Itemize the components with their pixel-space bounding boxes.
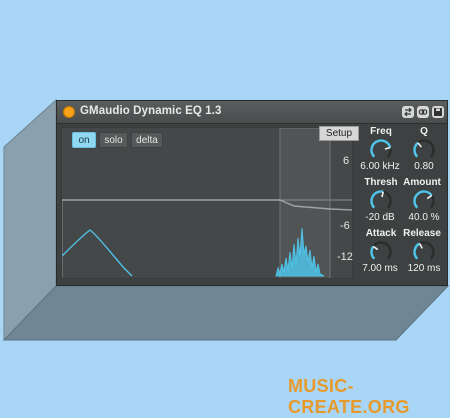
- setup-button[interactable]: Setup: [319, 126, 359, 141]
- amount-label: Amount: [403, 177, 441, 188]
- screenshot-stage: GMaudio Dynamic EQ 1.3 on solo delta Set…: [0, 0, 450, 417]
- freq-knob[interactable]: [369, 138, 393, 162]
- box-bottom-face: [2, 285, 450, 341]
- power-button[interactable]: [63, 106, 75, 118]
- swap-icon[interactable]: [402, 106, 414, 118]
- q-knob[interactable]: [412, 138, 436, 162]
- q-value: 0.80: [414, 161, 434, 172]
- title-bar: GMaudio Dynamic EQ 1.3: [57, 101, 447, 124]
- scale-label-minus12: -12: [337, 251, 353, 263]
- q-label: Q: [420, 126, 428, 137]
- release-label: Release: [403, 228, 441, 239]
- link-icon[interactable]: [417, 106, 429, 118]
- save-icon[interactable]: [432, 106, 444, 118]
- input-spectrum-line: [62, 229, 133, 277]
- release-value: 120 ms: [407, 263, 441, 274]
- watermark: MUSIC-CREATE.ORG: [288, 376, 410, 417]
- scale-label-6: 6: [343, 155, 350, 167]
- attack-knob[interactable]: [369, 240, 393, 264]
- freq-label: Freq: [370, 126, 392, 137]
- spectrum-graph: [62, 128, 352, 278]
- eq-display[interactable]: on solo delta: [61, 127, 353, 279]
- plugin-window: GMaudio Dynamic EQ 1.3 on solo delta Set…: [56, 100, 448, 286]
- amount-knob[interactable]: [412, 189, 436, 213]
- amount-value: 40.0 %: [408, 212, 440, 223]
- scale-label-minus6: -6: [340, 220, 350, 232]
- window-title: GMaudio Dynamic EQ 1.3: [80, 105, 222, 117]
- release-knob[interactable]: [412, 240, 436, 264]
- thresh-knob[interactable]: [369, 189, 393, 213]
